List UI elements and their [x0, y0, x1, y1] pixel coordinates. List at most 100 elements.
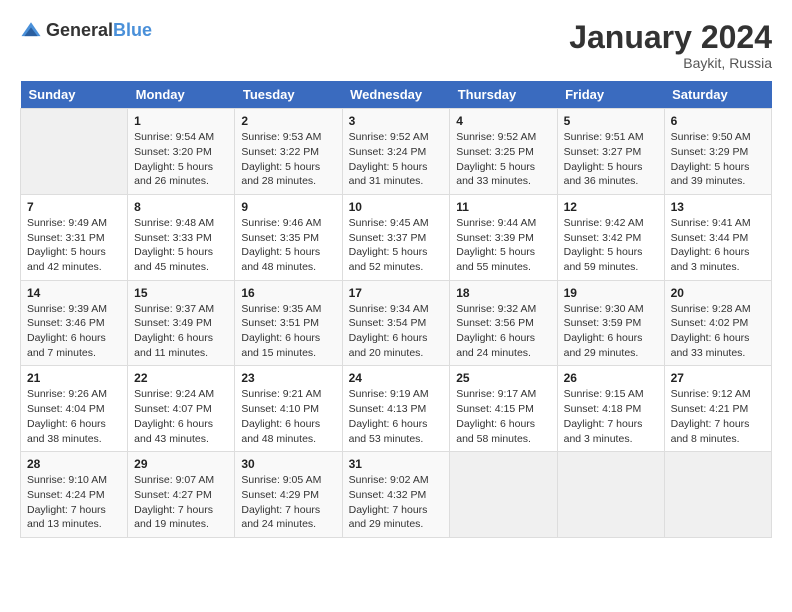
calendar-cell: 15Sunrise: 9:37 AM Sunset: 3:49 PM Dayli…	[128, 280, 235, 366]
day-number: 1	[134, 114, 228, 128]
day-info: Sunrise: 9:07 AM Sunset: 4:27 PM Dayligh…	[134, 473, 228, 532]
day-number: 21	[27, 371, 121, 385]
day-info: Sunrise: 9:54 AM Sunset: 3:20 PM Dayligh…	[134, 130, 228, 189]
day-number: 8	[134, 200, 228, 214]
calendar-cell: 17Sunrise: 9:34 AM Sunset: 3:54 PM Dayli…	[342, 280, 450, 366]
day-info: Sunrise: 9:46 AM Sunset: 3:35 PM Dayligh…	[241, 216, 335, 275]
header-friday: Friday	[557, 81, 664, 109]
calendar-cell: 21 Sunrise: 9:26 AM Sunset: 4:04 PM Dayli…	[21, 366, 128, 452]
calendar-cell: 31 Sunrise: 9:02 AM Sunset: 4:32 PM Dayli…	[342, 452, 450, 538]
title-section: January 2024 Baykit, Russia	[569, 20, 772, 71]
day-number: 6	[671, 114, 765, 128]
calendar-cell: 7 Sunrise: 9:49 AM Sunset: 3:31 PM Daylig…	[21, 194, 128, 280]
day-info: Sunrise: 9:48 AM Sunset: 3:33 PM Dayligh…	[134, 216, 228, 275]
calendar-cell: 3 Sunrise: 9:52 AM Sunset: 3:24 PM Daylig…	[342, 109, 450, 195]
calendar-table: SundayMondayTuesdayWednesdayThursdayFrid…	[20, 81, 772, 538]
day-info: Sunrise: 9:37 AM Sunset: 3:49 PM Dayligh…	[134, 302, 228, 361]
logo-icon	[20, 20, 42, 42]
day-number: 20	[671, 286, 765, 300]
day-info: Sunrise: 9:39 AM Sunset: 3:46 PM Dayligh…	[27, 302, 121, 361]
day-info: Sunrise: 9:50 AM Sunset: 3:29 PM Dayligh…	[671, 130, 765, 189]
day-number: 11	[456, 200, 550, 214]
day-number: 28	[27, 457, 121, 471]
calendar-cell: 25 Sunrise: 9:17 AM Sunset: 4:15 PM Dayli…	[450, 366, 557, 452]
calendar-cell: 28 Sunrise: 9:10 AM Sunset: 4:24 PM Dayli…	[21, 452, 128, 538]
calendar-cell: 4 Sunrise: 9:52 AM Sunset: 3:25 PM Daylig…	[450, 109, 557, 195]
calendar-cell	[557, 452, 664, 538]
day-number: 13	[671, 200, 765, 214]
calendar-cell: 23Sunrise: 9:21 AM Sunset: 4:10 PM Dayli…	[235, 366, 342, 452]
day-number: 31	[349, 457, 444, 471]
day-info: Sunrise: 9:28 AM Sunset: 4:02 PM Dayligh…	[671, 302, 765, 361]
day-number: 22	[134, 371, 228, 385]
day-number: 26	[564, 371, 658, 385]
logo-text: GeneralBlue	[46, 21, 152, 41]
day-info: Sunrise: 9:41 AM Sunset: 3:44 PM Dayligh…	[671, 216, 765, 275]
day-info: Sunrise: 9:24 AM Sunset: 4:07 PM Dayligh…	[134, 387, 228, 446]
day-info: Sunrise: 9:52 AM Sunset: 3:25 PM Dayligh…	[456, 130, 550, 189]
calendar-cell: 20 Sunrise: 9:28 AM Sunset: 4:02 PM Dayli…	[664, 280, 771, 366]
day-number: 16	[241, 286, 335, 300]
calendar-cell	[450, 452, 557, 538]
day-info: Sunrise: 9:44 AM Sunset: 3:39 PM Dayligh…	[456, 216, 550, 275]
header-monday: Monday	[128, 81, 235, 109]
logo-general: General	[46, 20, 113, 40]
day-info: Sunrise: 9:35 AM Sunset: 3:51 PM Dayligh…	[241, 302, 335, 361]
calendar-cell: 19Sunrise: 9:30 AM Sunset: 3:59 PM Dayli…	[557, 280, 664, 366]
day-info: Sunrise: 9:12 AM Sunset: 4:21 PM Dayligh…	[671, 387, 765, 446]
day-number: 30	[241, 457, 335, 471]
calendar-body: 1 Sunrise: 9:54 AM Sunset: 3:20 PM Daylig…	[21, 109, 772, 538]
calendar-cell: 10Sunrise: 9:45 AM Sunset: 3:37 PM Dayli…	[342, 194, 450, 280]
calendar-cell: 18Sunrise: 9:32 AM Sunset: 3:56 PM Dayli…	[450, 280, 557, 366]
day-number: 29	[134, 457, 228, 471]
day-info: Sunrise: 9:49 AM Sunset: 3:31 PM Dayligh…	[27, 216, 121, 275]
day-info: Sunrise: 9:21 AM Sunset: 4:10 PM Dayligh…	[241, 387, 335, 446]
calendar-cell: 9Sunrise: 9:46 AM Sunset: 3:35 PM Daylig…	[235, 194, 342, 280]
calendar-cell: 26 Sunrise: 9:15 AM Sunset: 4:18 PM Dayli…	[557, 366, 664, 452]
header-thursday: Thursday	[450, 81, 557, 109]
month-title: January 2024	[569, 20, 772, 55]
day-info: Sunrise: 9:30 AM Sunset: 3:59 PM Dayligh…	[564, 302, 658, 361]
location: Baykit, Russia	[569, 55, 772, 71]
day-info: Sunrise: 9:51 AM Sunset: 3:27 PM Dayligh…	[564, 130, 658, 189]
day-number: 14	[27, 286, 121, 300]
calendar-cell: 27 Sunrise: 9:12 AM Sunset: 4:21 PM Dayli…	[664, 366, 771, 452]
page-header: GeneralBlue January 2024 Baykit, Russia	[20, 20, 772, 71]
calendar-cell: 30 Sunrise: 9:05 AM Sunset: 4:29 PM Dayli…	[235, 452, 342, 538]
day-info: Sunrise: 9:02 AM Sunset: 4:32 PM Dayligh…	[349, 473, 444, 532]
calendar-cell: 8 Sunrise: 9:48 AM Sunset: 3:33 PM Daylig…	[128, 194, 235, 280]
day-number: 24	[349, 371, 444, 385]
header-wednesday: Wednesday	[342, 81, 450, 109]
calendar-cell: 11 Sunrise: 9:44 AM Sunset: 3:39 PM Dayli…	[450, 194, 557, 280]
day-info: Sunrise: 9:17 AM Sunset: 4:15 PM Dayligh…	[456, 387, 550, 446]
day-info: Sunrise: 9:15 AM Sunset: 4:18 PM Dayligh…	[564, 387, 658, 446]
day-info: Sunrise: 9:10 AM Sunset: 4:24 PM Dayligh…	[27, 473, 121, 532]
calendar-cell: 5Sunrise: 9:51 AM Sunset: 3:27 PM Daylig…	[557, 109, 664, 195]
day-number: 25	[456, 371, 550, 385]
week-row-2: 7 Sunrise: 9:49 AM Sunset: 3:31 PM Daylig…	[21, 194, 772, 280]
day-info: Sunrise: 9:05 AM Sunset: 4:29 PM Dayligh…	[241, 473, 335, 532]
day-info: Sunrise: 9:45 AM Sunset: 3:37 PM Dayligh…	[349, 216, 444, 275]
day-number: 27	[671, 371, 765, 385]
calendar-cell: 6 Sunrise: 9:50 AM Sunset: 3:29 PM Daylig…	[664, 109, 771, 195]
day-number: 2	[241, 114, 335, 128]
calendar-cell: 14 Sunrise: 9:39 AM Sunset: 3:46 PM Dayli…	[21, 280, 128, 366]
calendar-cell: 29 Sunrise: 9:07 AM Sunset: 4:27 PM Dayli…	[128, 452, 235, 538]
day-info: Sunrise: 9:34 AM Sunset: 3:54 PM Dayligh…	[349, 302, 444, 361]
day-number: 3	[349, 114, 444, 128]
day-number: 12	[564, 200, 658, 214]
calendar-cell: 13 Sunrise: 9:41 AM Sunset: 3:44 PM Dayli…	[664, 194, 771, 280]
day-info: Sunrise: 9:32 AM Sunset: 3:56 PM Dayligh…	[456, 302, 550, 361]
week-row-4: 21 Sunrise: 9:26 AM Sunset: 4:04 PM Dayli…	[21, 366, 772, 452]
day-info: Sunrise: 9:26 AM Sunset: 4:04 PM Dayligh…	[27, 387, 121, 446]
day-number: 7	[27, 200, 121, 214]
week-row-1: 1 Sunrise: 9:54 AM Sunset: 3:20 PM Daylig…	[21, 109, 772, 195]
calendar-cell: 16 Sunrise: 9:35 AM Sunset: 3:51 PM Dayli…	[235, 280, 342, 366]
day-info: Sunrise: 9:53 AM Sunset: 3:22 PM Dayligh…	[241, 130, 335, 189]
calendar-cell: 22 Sunrise: 9:24 AM Sunset: 4:07 PM Dayli…	[128, 366, 235, 452]
day-info: Sunrise: 9:52 AM Sunset: 3:24 PM Dayligh…	[349, 130, 444, 189]
day-number: 4	[456, 114, 550, 128]
week-row-5: 28 Sunrise: 9:10 AM Sunset: 4:24 PM Dayli…	[21, 452, 772, 538]
calendar-cell: 24Sunrise: 9:19 AM Sunset: 4:13 PM Dayli…	[342, 366, 450, 452]
week-row-3: 14 Sunrise: 9:39 AM Sunset: 3:46 PM Dayli…	[21, 280, 772, 366]
